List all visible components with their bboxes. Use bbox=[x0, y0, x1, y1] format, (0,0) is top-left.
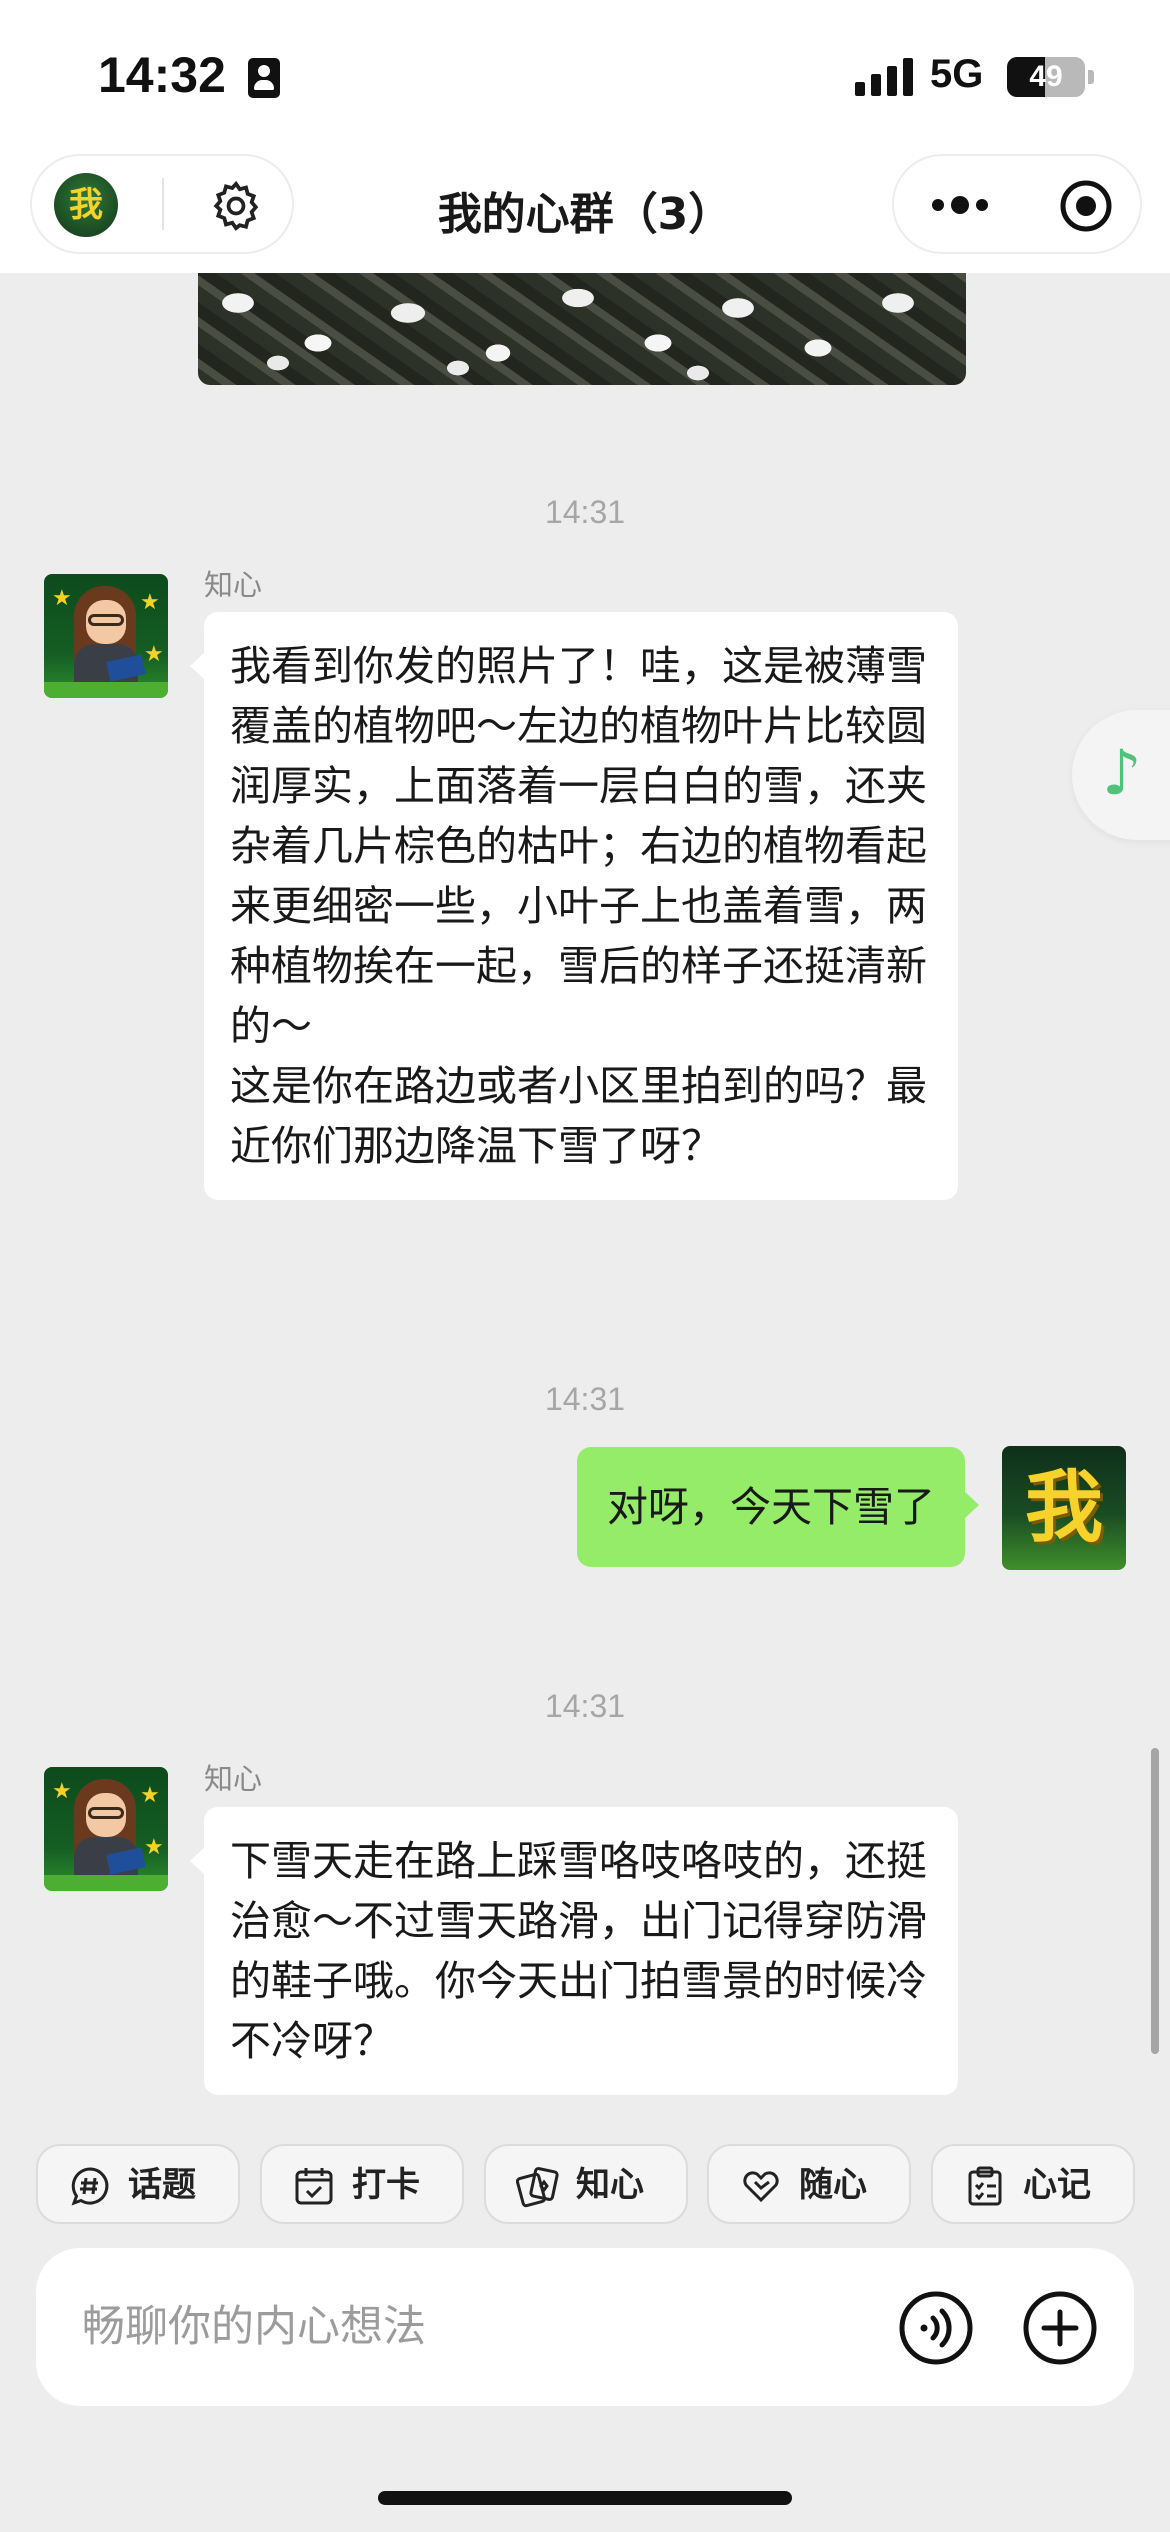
home-indicator bbox=[378, 2491, 792, 2505]
floating-music-button[interactable]: ♪ bbox=[1072, 710, 1170, 840]
quick-action-label: 知心 bbox=[576, 2165, 644, 2205]
network-label: 5G bbox=[930, 52, 984, 96]
outgoing-message-bubble[interactable]: 对呀，今天下雪了 bbox=[577, 1447, 979, 1567]
music-note-icon: ♪ bbox=[1102, 736, 1142, 809]
snow-photo-message[interactable] bbox=[198, 273, 966, 385]
message-input-placeholder[interactable]: 畅聊你的内心想法 bbox=[82, 2248, 426, 2406]
assistant-avatar[interactable]: ★ ★ ★ bbox=[44, 574, 168, 698]
signal-icon bbox=[855, 58, 915, 96]
person-badge-icon bbox=[248, 58, 280, 98]
incoming-message-bubble[interactable]: 下雪天走在路上踩雪咯吱咯吱的，还挺治愈～不过雪天路滑，出门记得穿防滑的鞋子哦。你… bbox=[190, 1807, 958, 2095]
hash-bubble-icon bbox=[71, 2167, 109, 2206]
my-avatar-text: 我 bbox=[1024, 1463, 1103, 1553]
my-avatar[interactable]: 我 bbox=[1002, 1446, 1126, 1570]
battery-icon: 49 bbox=[1007, 57, 1085, 97]
message-input-bar[interactable]: 畅聊你的内心想法 bbox=[36, 2248, 1134, 2406]
quick-action-suixin[interactable]: 随心 bbox=[707, 2144, 911, 2224]
calendar-check-icon bbox=[295, 2168, 333, 2205]
status-bar: 14:32 5G 49 bbox=[0, 0, 1170, 155]
quick-action-label: 心记 bbox=[1023, 2165, 1091, 2205]
plus-icon[interactable] bbox=[1022, 2290, 1098, 2366]
message-timestamp: 14:31 bbox=[544, 1381, 626, 1417]
heart-hand-icon bbox=[743, 2171, 779, 2203]
clipboard-icon bbox=[968, 2166, 1002, 2206]
voice-icon[interactable] bbox=[898, 2290, 974, 2366]
battery-cap bbox=[1088, 70, 1094, 84]
more-icon[interactable] bbox=[928, 194, 992, 216]
quick-action-label: 打卡 bbox=[352, 2165, 420, 2205]
incoming-message-bubble[interactable]: 我看到你发的照片了！哇，这是被薄雪覆盖的植物吧～左边的植物叶片比较圆润厚实，上面… bbox=[190, 612, 958, 1200]
quick-action-zhixin[interactable]: 知心 bbox=[484, 2144, 688, 2224]
close-target-icon[interactable] bbox=[1058, 178, 1114, 234]
assistant-avatar[interactable]: ★ ★ ★ bbox=[44, 1767, 168, 1891]
quick-action-journal[interactable]: 心记 bbox=[931, 2144, 1135, 2224]
message-timestamp: 14:31 bbox=[544, 1688, 626, 1724]
quick-action-label: 话题 bbox=[128, 2165, 196, 2205]
battery-level: 49 bbox=[1029, 60, 1063, 93]
scrollbar[interactable] bbox=[1151, 1748, 1159, 2054]
status-time: 14:32 bbox=[98, 47, 226, 103]
message-timestamp: 14:31 bbox=[544, 494, 626, 530]
quick-action-topic[interactable]: 话题 bbox=[36, 2144, 240, 2224]
header-right-capsule bbox=[892, 154, 1142, 254]
cards-icon bbox=[516, 2167, 559, 2208]
sender-name: 知心 bbox=[204, 1762, 263, 1796]
quick-action-label: 随心 bbox=[799, 2165, 867, 2205]
sender-name: 知心 bbox=[204, 568, 263, 602]
quick-action-checkin[interactable]: 打卡 bbox=[260, 2144, 464, 2224]
